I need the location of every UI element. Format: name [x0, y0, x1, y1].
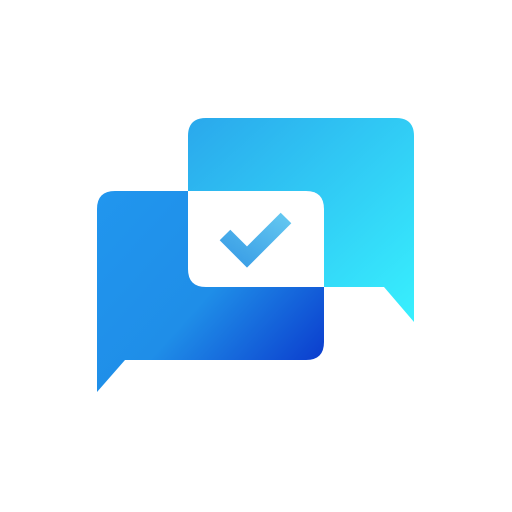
- app-icon-canvas: [0, 0, 512, 512]
- chat-bubbles-check-icon: [97, 118, 414, 392]
